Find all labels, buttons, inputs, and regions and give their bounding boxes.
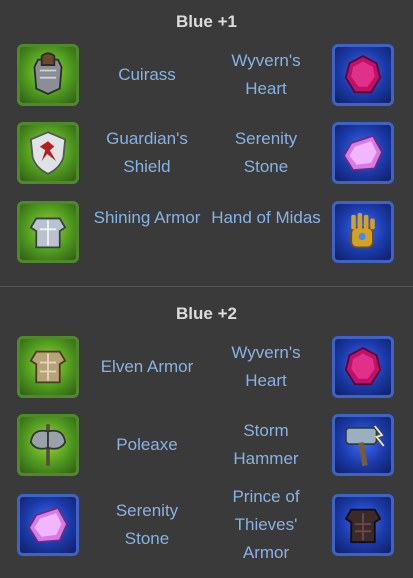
item-label-wyverns-heart-2: Wyvern's Heart	[231, 343, 301, 390]
wyverns-heart-icon[interactable]	[332, 336, 394, 398]
hand-of-midas-icon[interactable]	[332, 201, 394, 263]
item-label-shining-armor: Shining Armor	[93, 208, 201, 227]
item-label-serenity-stone: Serenity Stone	[234, 129, 298, 176]
item-label-storm-hammer: Storm Hammer	[233, 421, 299, 468]
section-divider	[0, 286, 413, 287]
cuirass-icon[interactable]	[17, 44, 79, 106]
section-title-blue-plus-2: Blue +2	[176, 304, 237, 323]
wyverns-heart-icon[interactable]	[332, 44, 394, 106]
prince-of-thieves-armor-icon[interactable]	[332, 494, 394, 556]
item-label-wyverns-heart: Wyvern's Heart	[231, 51, 301, 98]
shining-armor-icon[interactable]	[17, 201, 79, 263]
guardians-shield-icon[interactable]	[17, 122, 79, 184]
item-label-prince-of-thieves-armor: Prince of Thieves' Armor	[232, 487, 300, 562]
item-label-hand-of-midas: Hand of Midas	[211, 208, 321, 227]
item-label-guardians-shield: Guardian's Shield	[106, 129, 188, 176]
poleaxe-icon[interactable]	[17, 414, 79, 476]
item-label-cuirass: Cuirass	[118, 65, 176, 84]
serenity-stone-icon[interactable]	[332, 122, 394, 184]
elven-armor-icon[interactable]	[17, 336, 79, 398]
serenity-stone-icon[interactable]	[17, 494, 79, 556]
section-title-blue-plus-1: Blue +1	[176, 12, 237, 31]
storm-hammer-icon[interactable]	[332, 414, 394, 476]
item-label-serenity-stone-2: Serenity Stone	[115, 501, 179, 548]
item-label-poleaxe: Poleaxe	[116, 435, 178, 454]
item-label-elven-armor: Elven Armor	[100, 357, 194, 376]
